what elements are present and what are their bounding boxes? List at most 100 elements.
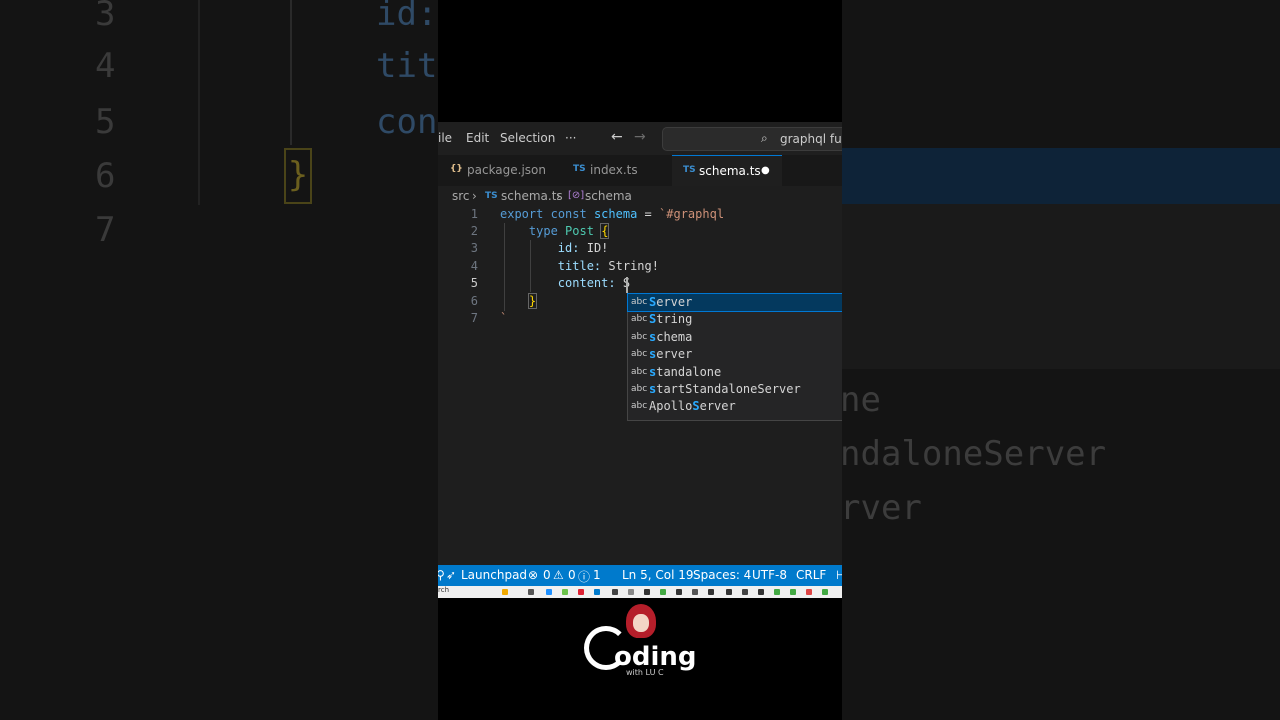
logo-avatar-face	[633, 614, 649, 632]
error-count: 0	[543, 568, 551, 582]
breadcrumb-folder[interactable]: src	[452, 189, 470, 203]
indentation-setting[interactable]: Spaces: 4	[693, 568, 751, 582]
suggestion-item[interactable]: abc schema	[628, 329, 842, 346]
menu-selection[interactable]: Selection	[500, 131, 555, 145]
code-line-7: `	[500, 311, 508, 325]
app-icon[interactable]	[628, 589, 634, 595]
background-line-number: 3	[95, 0, 116, 34]
cursor-position[interactable]: Ln 5, Col 19	[622, 568, 694, 582]
background-code: id:	[376, 0, 438, 34]
background-panel	[842, 204, 1280, 369]
edge-icon[interactable]	[546, 589, 552, 595]
suggestion-item[interactable]: abc startStandaloneServer	[628, 381, 842, 398]
vscode-icon[interactable]	[594, 589, 600, 595]
command-center-search[interactable]: ⌕ graphql fund	[662, 127, 842, 151]
suggestion-widget: abc Server abc String abc schema abc ser…	[627, 293, 842, 421]
text-kind-icon: abc	[631, 314, 648, 324]
line-number: 7	[470, 311, 478, 325]
app-icon[interactable]	[676, 589, 682, 595]
forward-arrow-icon[interactable]: →	[634, 129, 646, 145]
text-kind-icon: abc	[631, 332, 648, 342]
app-icon[interactable]	[562, 589, 568, 595]
menu-file[interactable]: ile	[438, 131, 452, 145]
tab-package-json[interactable]: {} package.json	[438, 155, 560, 186]
back-arrow-icon[interactable]: ←	[611, 129, 623, 145]
background-right-zoom: ne ndaloneServer rver	[842, 0, 1280, 720]
code-line-6: }	[527, 293, 538, 309]
background-highlight-band	[842, 148, 1280, 204]
breadcrumb-file[interactable]: schema.ts	[501, 189, 563, 203]
breadcrumb: src › TS schema.ts › [⊘] schema	[438, 186, 842, 206]
line-number: 4	[470, 259, 478, 273]
menu-edit[interactable]: Edit	[466, 131, 489, 145]
tab-index-ts[interactable]: TS index.ts	[560, 155, 672, 186]
launchpad-button[interactable]: Launchpad	[461, 568, 527, 582]
breadcrumb-symbol[interactable]: schema	[585, 189, 632, 203]
code-line-2: type Post {	[528, 223, 610, 239]
rocket-icon: ➶	[446, 568, 457, 582]
encoding-setting[interactable]: UTF-8	[752, 568, 787, 582]
background-indent-guide	[198, 0, 200, 205]
suggestion-label: standalone	[649, 365, 722, 379]
taskbar-search[interactable]: rch	[438, 586, 449, 594]
chrome-icon[interactable]	[790, 589, 796, 595]
notification-icon[interactable]: ⊢	[836, 568, 842, 582]
app-icon[interactable]	[806, 589, 812, 595]
line-number: 1	[470, 207, 478, 221]
suggestion-label: Server	[649, 295, 693, 309]
app-icon[interactable]	[742, 589, 748, 595]
app-icon[interactable]	[644, 589, 650, 595]
unsaved-dot-icon[interactable]: ●	[761, 165, 770, 176]
suggestion-label: schema	[649, 330, 693, 344]
app-icon[interactable]	[578, 589, 584, 595]
chrome-icon[interactable]	[660, 589, 666, 595]
suggestion-item[interactable]: abc Server	[627, 293, 842, 312]
code-line-1: export const schema = `#graphql	[500, 207, 725, 221]
info-icon[interactable]: ⓘ	[578, 568, 590, 585]
suggestion-item[interactable]: abc server	[628, 346, 842, 363]
text-kind-icon: abc	[631, 367, 648, 377]
app-icon[interactable]	[758, 589, 764, 595]
typescript-file-icon: TS	[485, 191, 498, 201]
app-icon[interactable]	[708, 589, 714, 595]
suggestion-label: ApolloServer	[649, 399, 736, 413]
eol-setting[interactable]: CRLF	[796, 568, 826, 582]
app-icon[interactable]	[692, 589, 698, 595]
text-kind-icon: abc	[631, 384, 648, 394]
tab-label: schema.ts	[699, 164, 761, 178]
json-file-icon: {}	[450, 164, 463, 174]
background-suggestion: rver	[842, 488, 922, 528]
background-code: tit	[376, 46, 438, 86]
chrome-icon[interactable]	[774, 589, 780, 595]
suggestion-item[interactable]: abc ApolloServer	[628, 398, 842, 415]
chevron-right-icon: ›	[472, 189, 477, 203]
tab-schema-ts[interactable]: TS schema.ts ●	[672, 155, 782, 186]
line-number: 3	[470, 241, 478, 255]
app-icon[interactable]	[612, 589, 618, 595]
search-text: graphql fund	[780, 132, 842, 146]
background-left-zoom: 3 4 5 6 7 id: tit con }	[0, 0, 438, 720]
suggestion-item[interactable]: abc String	[628, 311, 842, 328]
typescript-file-icon: TS	[683, 165, 696, 175]
typescript-file-icon: TS	[573, 164, 586, 174]
taskview-icon[interactable]	[528, 589, 534, 595]
menu-more-icon[interactable]: ···	[565, 131, 576, 145]
warning-icon[interactable]: ⚠	[553, 568, 564, 582]
windows-taskbar: rch	[438, 586, 842, 598]
tab-label: index.ts	[590, 163, 638, 177]
app-icon[interactable]	[726, 589, 732, 595]
background-line-number: 6	[95, 156, 116, 196]
search-icon: ⌕	[761, 131, 768, 145]
error-icon[interactable]: ⊗	[528, 568, 538, 582]
background-line-number: 7	[95, 210, 116, 250]
title-bar: ile Edit Selection ··· ← → ⌕ graphql fun…	[438, 122, 842, 155]
copilot-icon[interactable]	[502, 589, 508, 595]
suggestion-item[interactable]: abc standalone	[628, 364, 842, 381]
background-indent-guide	[290, 0, 292, 145]
info-count: 1	[593, 568, 601, 582]
background-suggestion: ndaloneServer	[842, 434, 1107, 474]
text-kind-icon: abc	[631, 401, 648, 411]
chrome-icon[interactable]	[822, 589, 828, 595]
remote-icon[interactable]: ⚲	[438, 568, 445, 582]
symbol-variable-icon: [⊘]	[568, 190, 585, 201]
